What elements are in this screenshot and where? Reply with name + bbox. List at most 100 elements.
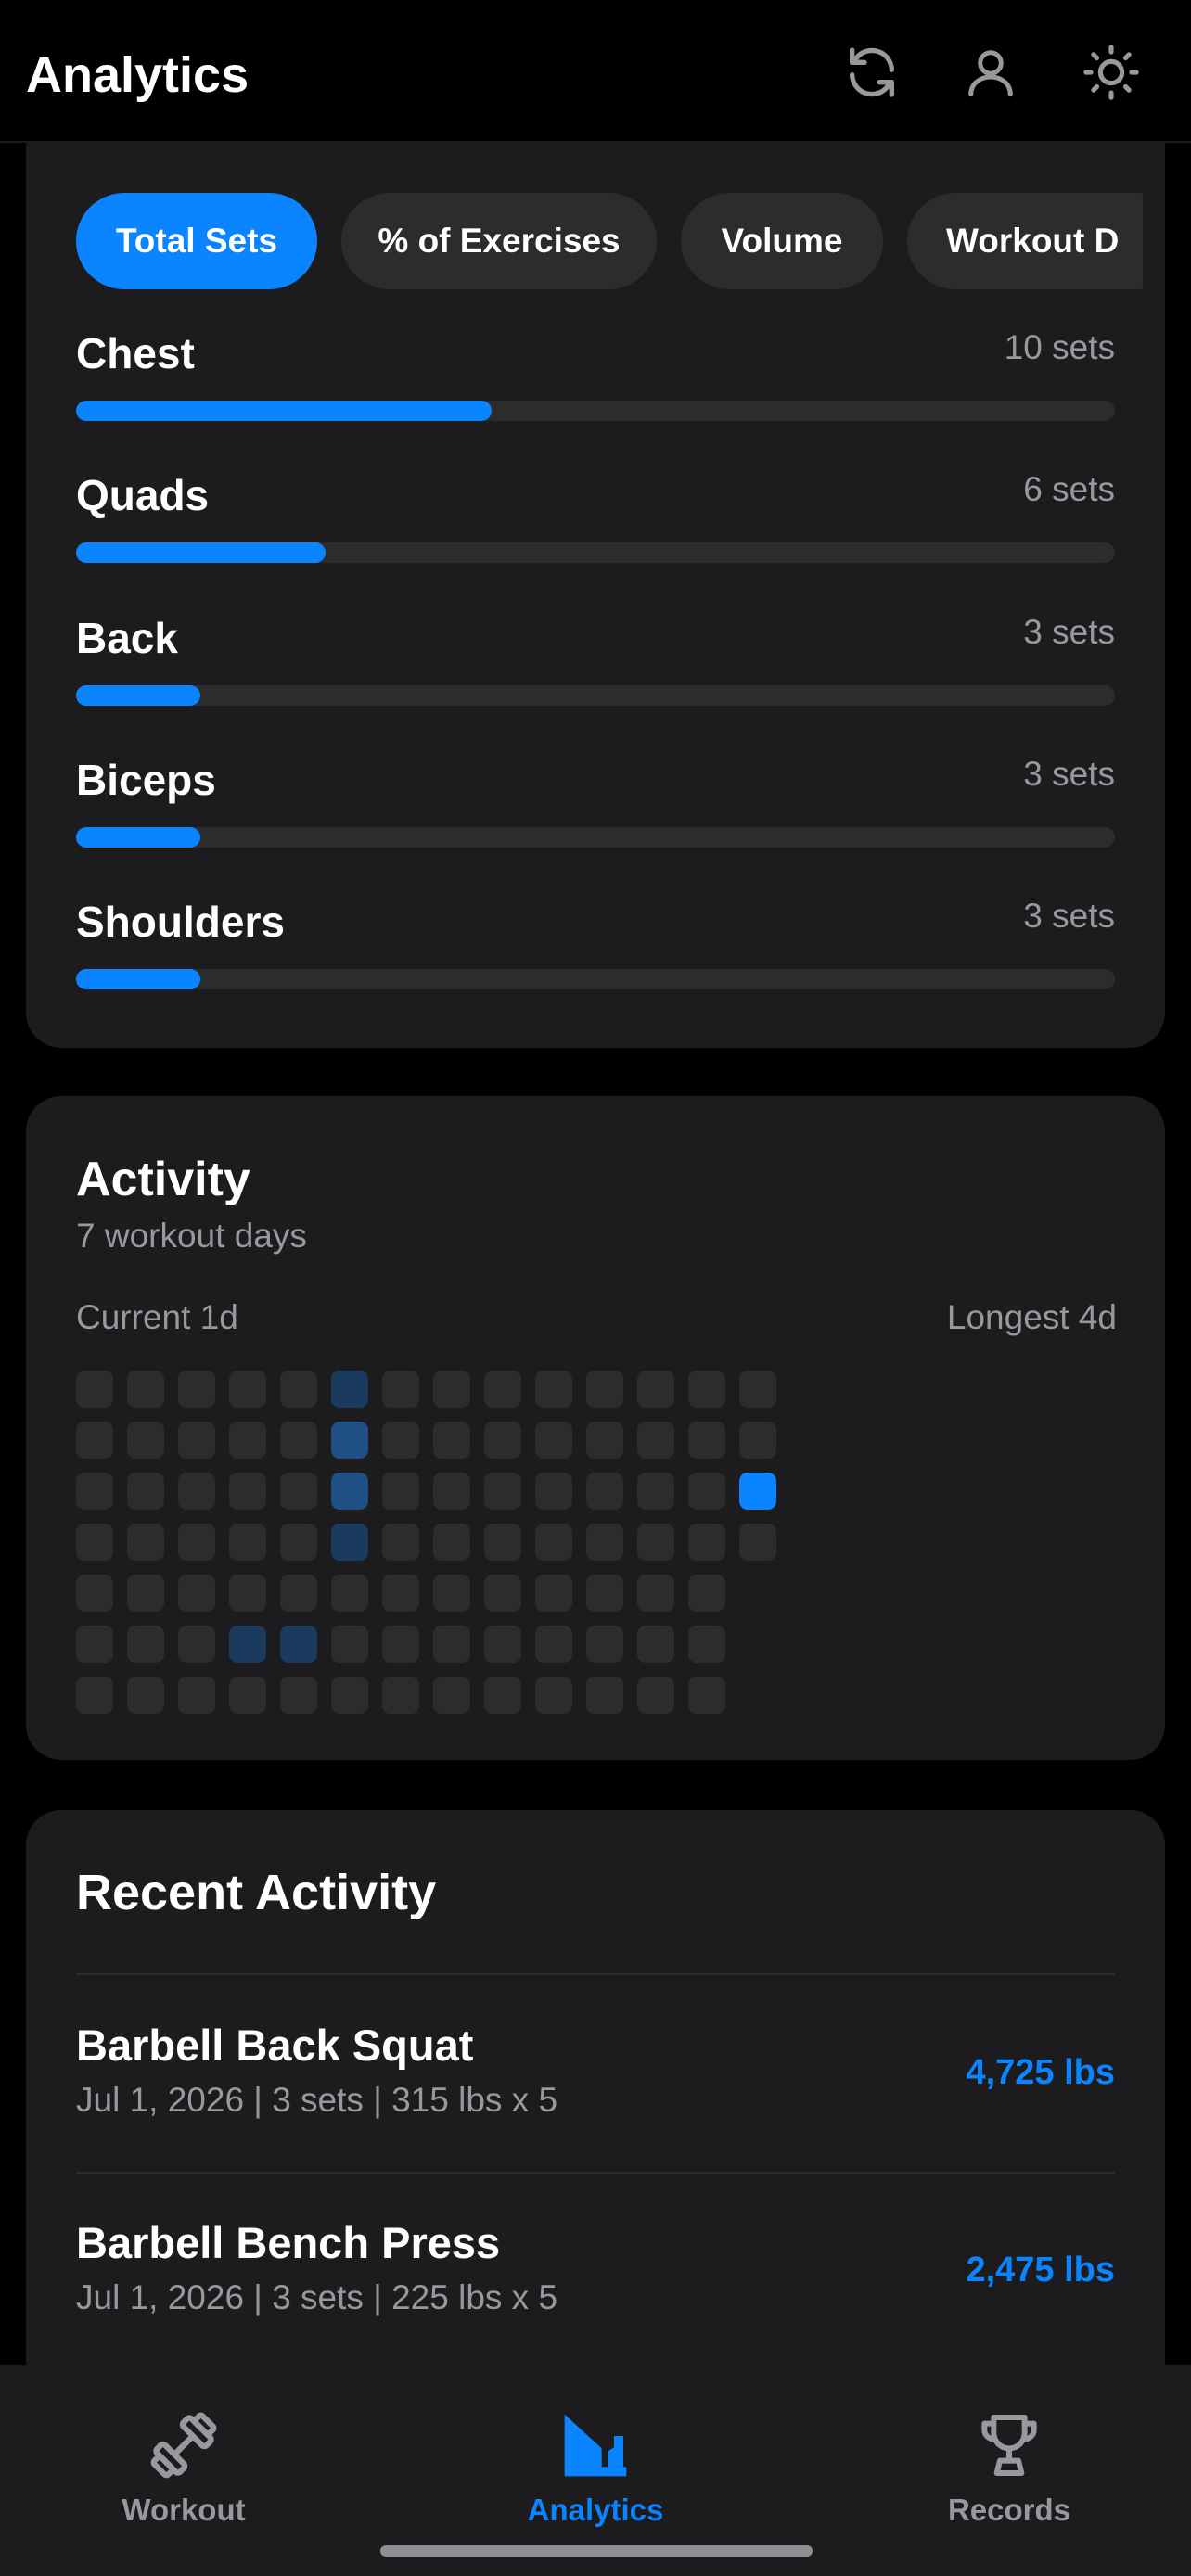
heatmap-day-cell (76, 1524, 113, 1561)
activity-card: Activity 7 workout days Current 1d Longe… (26, 1096, 1165, 1760)
heatmap-day-cell (688, 1575, 725, 1612)
heatmap-day-cell (688, 1422, 725, 1459)
muscle-sets: 6 sets (1023, 470, 1115, 508)
heatmap-day-cell (76, 1371, 113, 1408)
heatmap-day-cell (535, 1575, 572, 1612)
heatmap-day-cell (382, 1473, 419, 1510)
muscle-sets: 3 sets (1023, 613, 1115, 651)
heatmap-day-cell (76, 1677, 113, 1714)
exercise-volume: 4,725 lbs (966, 2053, 1115, 2092)
heatmap-day-cell (178, 1626, 215, 1663)
progress-track (76, 969, 1115, 989)
muscle-row: Quads 6 sets (76, 470, 1115, 581)
heatmap-day-cell (229, 1575, 266, 1612)
heatmap-day-cell (688, 1524, 725, 1561)
heatmap-day-cell (178, 1524, 215, 1561)
tab-workout[interactable]: Workout (63, 2404, 304, 2527)
progress-fill (76, 401, 492, 421)
heatmap-day-cell (280, 1626, 317, 1663)
heatmap-day-cell (637, 1422, 674, 1459)
heatmap-day-cell (178, 1473, 215, 1510)
heatmap-day-cell (76, 1626, 113, 1663)
heatmap-day-cell (229, 1524, 266, 1561)
heatmap-day-cell (280, 1524, 317, 1561)
heatmap-day-cell (382, 1575, 419, 1612)
heatmap-day-cell (484, 1524, 521, 1561)
progress-fill (76, 827, 201, 848)
activity-title: Activity (76, 1153, 250, 1206)
heatmap-day-cell (535, 1524, 572, 1561)
metric-pill-tabs: Total Sets % of Exercises Volume Workout… (76, 193, 1143, 289)
heatmap-day-cell (484, 1575, 521, 1612)
heatmap-day-cell (280, 1575, 317, 1612)
refresh-icon[interactable] (839, 39, 905, 106)
home-indicator (380, 2545, 813, 2557)
exercise-name: Barbell Back Squat (76, 2021, 474, 2070)
divider (76, 2172, 1115, 2174)
heatmap-day-cell (484, 1473, 521, 1510)
exercise-meta: Jul 1, 2026 | 3 sets | 225 lbs x 5 (76, 2278, 558, 2316)
heatmap-day-cell (229, 1626, 266, 1663)
progress-fill (76, 969, 201, 989)
heatmap-day-cell (382, 1677, 419, 1714)
heatmap-day-cell (76, 1575, 113, 1612)
longest-streak: Longest 4d (946, 1298, 1117, 1336)
muscle-name: Back (76, 614, 178, 662)
heatmap-day-cell (688, 1371, 725, 1408)
heatmap-day-cell (739, 1371, 776, 1408)
heatmap-day-cell (76, 1473, 113, 1510)
progress-fill (76, 542, 326, 563)
pill-workout-days[interactable]: Workout D (907, 193, 1143, 289)
heatmap-day-cell (382, 1524, 419, 1561)
activity-subtitle: 7 workout days (76, 1217, 307, 1255)
heatmap-day-cell (331, 1575, 368, 1612)
heatmap-day-cell (280, 1371, 317, 1408)
heatmap-day-cell (586, 1626, 623, 1663)
heatmap-day-cell (127, 1626, 164, 1663)
muscle-sets: 3 sets (1023, 755, 1115, 793)
bottom-tab-bar: Workout Analytics Records (0, 2365, 1191, 2576)
heatmap-day-cell (739, 1524, 776, 1561)
pill-volume[interactable]: Volume (681, 193, 883, 289)
heatmap-day-cell (688, 1473, 725, 1510)
heatmap-day-cell (637, 1371, 674, 1408)
heatmap-day-cell (76, 1422, 113, 1459)
recent-activity-item[interactable]: Barbell Back Squat Jul 1, 2026 | 3 sets … (76, 2020, 1115, 2149)
pill-percent-exercises[interactable]: % of Exercises (341, 193, 657, 289)
muscle-row: Biceps 3 sets (76, 755, 1115, 866)
heatmap-day-cell (484, 1677, 521, 1714)
heatmap-day-cell (280, 1473, 317, 1510)
heatmap-day-cell (433, 1473, 470, 1510)
heatmap-day-cell (178, 1575, 215, 1612)
heatmap-day-cell (382, 1422, 419, 1459)
tab-analytics[interactable]: Analytics (475, 2404, 716, 2527)
heatmap-day-cell (127, 1524, 164, 1561)
progress-track (76, 827, 1115, 848)
heatmap-day-cell (586, 1422, 623, 1459)
tab-records[interactable]: Records (889, 2404, 1130, 2527)
heatmap-day-cell (229, 1677, 266, 1714)
muscle-groups-card: Total Sets % of Exercises Volume Workout… (26, 37, 1165, 1048)
tab-label: Analytics (527, 2493, 664, 2527)
pill-total-sets[interactable]: Total Sets (76, 193, 317, 289)
profile-icon[interactable] (957, 39, 1024, 106)
muscle-sets: 3 sets (1023, 897, 1115, 935)
heatmap-day-cell (331, 1626, 368, 1663)
heatmap-day-cell (433, 1422, 470, 1459)
page-title: Analytics (26, 47, 250, 103)
heatmap-day-cell (178, 1422, 215, 1459)
theme-sun-icon[interactable] (1078, 39, 1145, 106)
heatmap-day-cell (433, 1371, 470, 1408)
heatmap-day-cell (331, 1371, 368, 1408)
heatmap-day-cell (433, 1524, 470, 1561)
exercise-volume: 2,475 lbs (966, 2251, 1115, 2289)
heatmap-day-cell (280, 1677, 317, 1714)
recent-activity-item[interactable]: Barbell Bench Press Jul 1, 2026 | 3 sets… (76, 2217, 1115, 2347)
heatmap-day-cell (535, 1473, 572, 1510)
heatmap-day-cell (586, 1677, 623, 1714)
heatmap-day-cell (484, 1422, 521, 1459)
heatmap-day-cell (739, 1473, 776, 1510)
heatmap-day-cell (586, 1575, 623, 1612)
heatmap-day-cell (382, 1371, 419, 1408)
heatmap-day-cell (127, 1677, 164, 1714)
